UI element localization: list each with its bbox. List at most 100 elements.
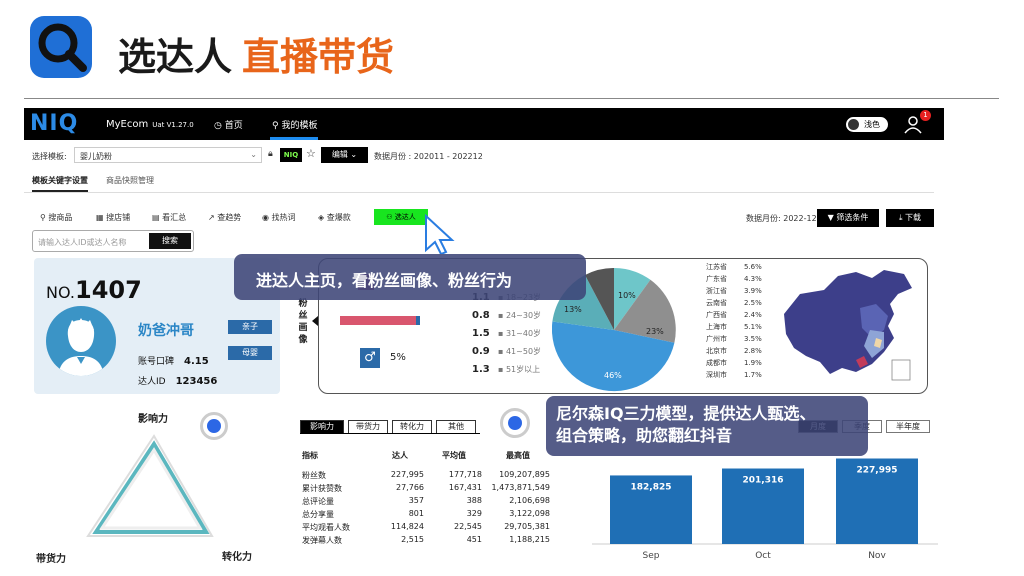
box-icon: ◈ <box>318 213 327 222</box>
filter-button[interactable]: ▼ 筛选条件 <box>817 209 879 227</box>
lock-icon: 🔒︎ <box>268 149 273 159</box>
avatar <box>46 306 116 376</box>
tab-other[interactable]: 其他 <box>436 420 476 434</box>
tool-hot-items-label: 查爆款 <box>326 213 351 222</box>
tab-conversion[interactable]: 转化力 <box>392 420 432 434</box>
person-icon: ⚇ <box>386 213 395 221</box>
province-row: 广西省 2.4% <box>706 310 762 320</box>
callout-model-line2: 组合策略，助您翻红抖音 <box>556 426 733 445</box>
nav-my-templates-label: 我的模板 <box>281 121 318 131</box>
shop-icon: ▦ <box>96 213 107 222</box>
theme-toggle[interactable]: 浅色 <box>846 117 888 132</box>
province-pct: 1.7% <box>744 371 762 379</box>
top-bar: NIQ MyEcom Uat V1.27.0 ◷ 首页 ⚲ 我的模板 浅色 1 <box>24 108 944 140</box>
account-reputation-value: 4.15 <box>184 356 209 367</box>
slide-title-part2: 直播带货 <box>242 35 395 79</box>
triangle-label-influence: 影响力 <box>138 414 168 425</box>
tab-half-year[interactable]: 半年度 <box>886 420 930 433</box>
tab-sales[interactable]: 带货力 <box>348 420 388 434</box>
tab-keywords[interactable]: 模板关键字设置 <box>32 175 88 186</box>
influencer-id-label: 达人ID <box>138 377 166 387</box>
person-avatar-icon <box>58 318 104 376</box>
province-row: 广东省 4.3% <box>706 274 762 284</box>
tool-hot-words[interactable]: ◉ 找热词 <box>262 212 296 223</box>
metric-name-cell: 平均观看人数 <box>302 523 350 532</box>
app-name: MyEcom Uat V1.27.0 <box>106 119 194 130</box>
metric-value-cell: 177,718 <box>448 470 482 479</box>
template-select-value: 婴儿奶粉 <box>80 152 112 161</box>
female-ratio-bar <box>340 316 420 325</box>
template-select[interactable]: 婴儿奶粉 ⌄ <box>74 147 262 163</box>
province-row: 浙江省 3.9% <box>706 286 762 296</box>
province-row: 上海市 5.1% <box>706 322 762 332</box>
x-tick-label: Nov <box>868 551 886 561</box>
nav-home[interactable]: ◷ 首页 <box>214 118 243 131</box>
pie-label: 46% <box>604 371 622 380</box>
influencer-id-value: 123456 <box>175 376 218 387</box>
metric-name-cell: 发弹幕人数 <box>302 536 342 545</box>
metric-value-cell: 114,824 <box>390 522 424 531</box>
account-reputation-label: 账号口碑 <box>138 357 175 367</box>
theme-toggle-label: 浅色 <box>864 120 880 129</box>
province-pct: 2.5% <box>744 299 762 307</box>
province-name: 广州市 <box>706 335 727 343</box>
metric-value-cell: 167,431 <box>448 483 482 492</box>
tool-select-influencer[interactable]: ⚇ 选达人 <box>374 209 428 225</box>
download-button[interactable]: ⤓ 下载 <box>886 209 934 227</box>
tool-search-shop[interactable]: ▦ 搜店铺 <box>96 212 130 223</box>
x-tick-label: Oct <box>755 551 771 561</box>
callout-model-line1: 尼尔森IQ三力模型，提供达人甄选、 <box>556 404 816 423</box>
fans-bar-chart: 182,825 Sep 201,316 Oct 227,995 Nov <box>592 458 938 561</box>
metric-value-cell: 801 <box>408 509 424 518</box>
bar-value-label: 201,316 <box>743 476 784 486</box>
search-input[interactable]: 请输入达人ID或达人名称 搜索 <box>32 230 194 252</box>
tool-summary[interactable]: ▤ 看汇总 <box>152 212 186 223</box>
niq-logo: NIQ <box>30 111 79 136</box>
tabs-divider <box>24 192 934 193</box>
divider <box>24 98 999 99</box>
radio-select[interactable] <box>500 408 530 438</box>
nav-home-label: 首页 <box>224 121 243 131</box>
metric-name-cell: 累计获赞数 <box>302 484 342 493</box>
age-row: 1.5 ▪ 31~40岁 <box>472 328 541 339</box>
triangle-label-sales: 带货力 <box>36 554 66 565</box>
table-icon: ▤ <box>152 213 163 222</box>
male-percent: 5% <box>390 352 406 363</box>
province-row: 北京市 2.8% <box>706 346 762 356</box>
province-name: 上海市 <box>706 323 727 331</box>
tab-influence[interactable]: 影响力 <box>300 420 344 434</box>
sub-tabs: 模板关键字设置 商品快照管理 <box>24 174 934 192</box>
search-button[interactable]: 搜索 <box>149 233 191 249</box>
province-pct: 3.9% <box>744 287 762 295</box>
nav-my-templates[interactable]: ⚲ 我的模板 <box>272 118 317 131</box>
slide-title-part1: 选达人 <box>118 35 233 79</box>
china-map <box>784 270 912 381</box>
eye-icon: ◉ <box>262 213 272 222</box>
col-header-average: 平均值 <box>442 451 466 460</box>
edit-button-label: 编辑 <box>331 150 348 159</box>
province-row: 江苏省 5.6% <box>706 262 762 272</box>
tag-parenting: 亲子 <box>228 320 272 334</box>
bar-value-label: 182,825 <box>631 482 672 492</box>
tool-search-product[interactable]: ⚲ 搜商品 <box>40 212 72 223</box>
tab-shop-quick[interactable]: 商品快照管理 <box>106 175 154 186</box>
filter-button-label: 筛选条件 <box>836 213 869 222</box>
metric-name-cell: 总分享量 <box>302 510 334 519</box>
tool-trend[interactable]: ↗ 查趋势 <box>208 212 241 223</box>
metric-value-cell: 2,106,698 <box>509 496 550 505</box>
tag-maternal: 母婴 <box>228 346 272 360</box>
metric-value-cell: 2,515 <box>401 535 424 544</box>
template-label: 选择模板: <box>32 152 67 161</box>
age-label: ▪ 51岁以上 <box>498 365 541 374</box>
col-header-max: 最高值 <box>506 451 530 460</box>
trend-icon: ↗ <box>208 213 218 222</box>
age-label-text: 24~30岁 <box>505 311 542 320</box>
star-icon[interactable]: ☆ <box>306 147 316 160</box>
tool-hot-items[interactable]: ◈ 查爆款 <box>318 212 351 223</box>
tool-search-product-label: 搜商品 <box>48 213 73 222</box>
toggle-knob <box>848 119 859 130</box>
province-pct: 2.8% <box>744 347 762 355</box>
metric-name-cell: 总评论量 <box>302 497 334 506</box>
edit-button[interactable]: 编辑 ⌄ <box>321 147 368 163</box>
metric-value-cell: 227,995 <box>390 470 424 479</box>
